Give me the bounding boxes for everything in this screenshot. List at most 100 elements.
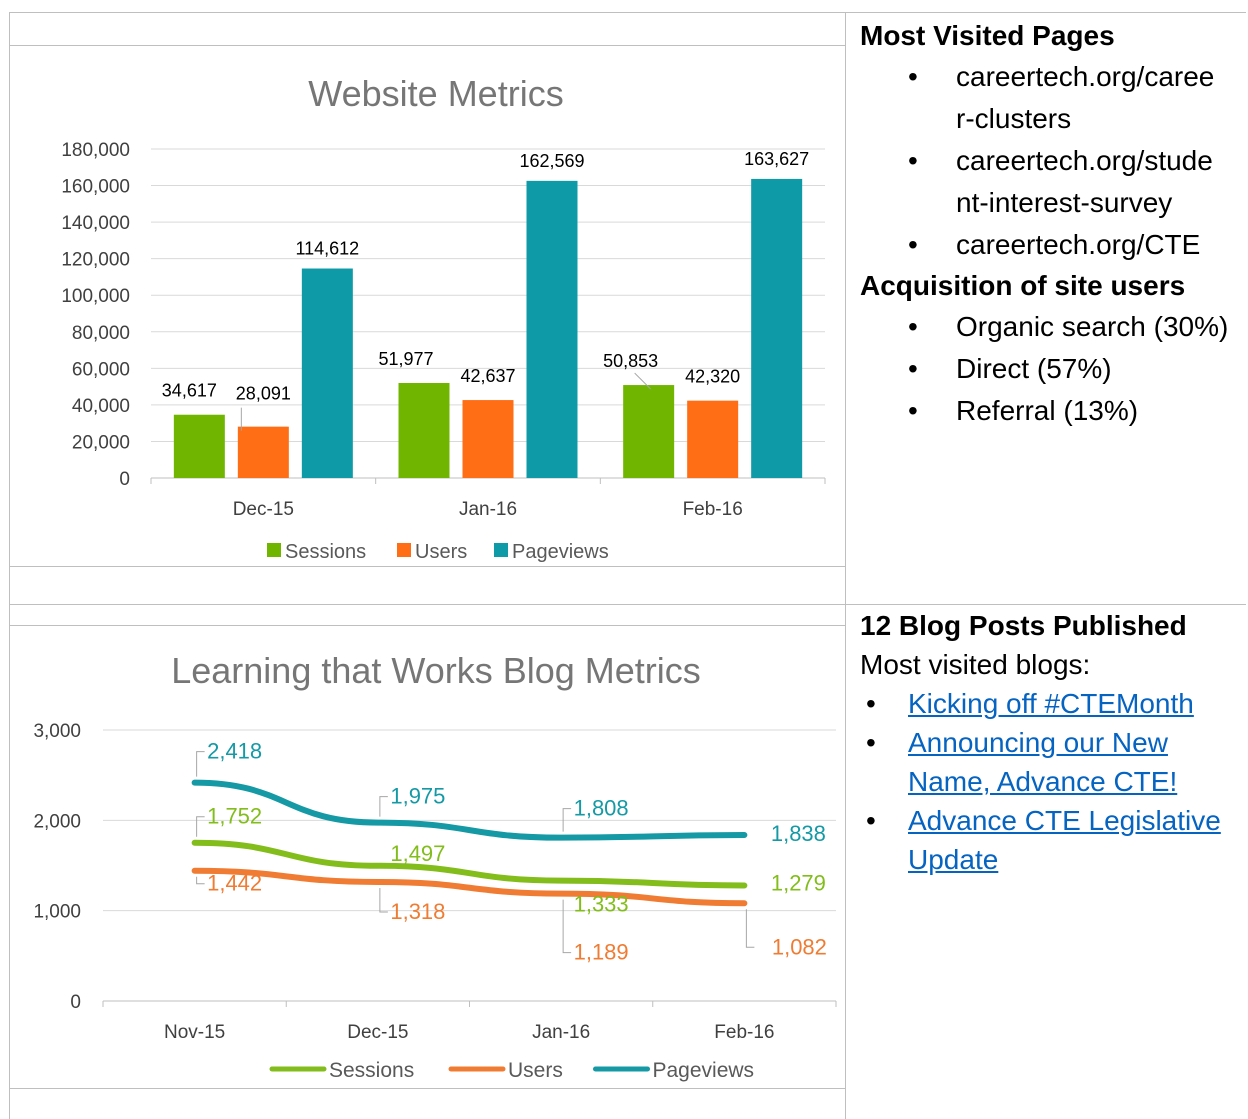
legend-label: Pageviews <box>653 1059 755 1082</box>
y-tick-label: 180,000 <box>61 140 130 161</box>
most-visited-blogs-label: Most visited blogs: <box>860 649 1091 680</box>
data-label: 1,975 <box>390 784 445 809</box>
y-tick-label: 120,000 <box>61 250 130 271</box>
list-item: • Advance CTE Legislative <box>860 801 1245 840</box>
y-tick-label: 20,000 <box>72 432 130 453</box>
data-label: 2,418 <box>207 739 262 764</box>
list-item: • careertech.org/caree <box>860 56 1245 98</box>
data-label: 1,442 <box>207 871 262 896</box>
blog-summary-panel: 12 Blog Posts Published Most visited blo… <box>860 606 1245 879</box>
data-label: 1,497 <box>390 841 445 866</box>
blog-metrics-svg: Learning that Works Blog Metrics 0 1,000 2… <box>33 650 837 1082</box>
bar-pageviews <box>751 178 803 478</box>
data-label: 1,318 <box>390 899 445 924</box>
y-tick-label: 3,000 <box>33 721 81 742</box>
bar-users <box>687 400 739 478</box>
bar-pageviews <box>526 180 578 479</box>
x-tick-label: Feb-16 <box>683 499 743 520</box>
y-tick-label: 0 <box>70 992 81 1013</box>
y-tick-label: 2,000 <box>33 811 81 832</box>
data-label: 1,333 <box>574 892 629 917</box>
data-label: 51,977 <box>378 349 433 369</box>
grid-line <box>9 604 1246 605</box>
grid-line <box>9 1088 845 1089</box>
y-tick-label: 160,000 <box>61 177 130 198</box>
y-tick-label: 1,000 <box>33 902 81 923</box>
leader-line <box>196 816 205 837</box>
leader-line <box>562 899 572 954</box>
bar-sessions <box>623 385 675 478</box>
legend-label: Pageviews <box>512 541 609 563</box>
most-visited-pages-heading: Most Visited Pages <box>860 20 1115 51</box>
legend-label: Users <box>415 541 467 563</box>
blog-metrics-chart: Learning that Works Blog Metrics 0 1,000 2… <box>9 626 845 1088</box>
list-item-text: careertech.org/caree <box>956 61 1215 92</box>
grid-line <box>845 12 846 1119</box>
acquisition-heading: Acquisition of site users <box>860 270 1186 301</box>
list-item-text: Referral (13%) <box>956 395 1139 426</box>
website-metrics-svg: Website Metrics 0 20,000 40,000 60,000 80,00… <box>61 73 826 563</box>
bullet-icon: • <box>908 61 918 92</box>
data-label: 42,637 <box>460 366 515 386</box>
legend-swatch-users <box>397 543 411 557</box>
bullet-icon: • <box>908 311 918 342</box>
list-item-text: r-clusters <box>956 103 1072 134</box>
y-tick-label: 40,000 <box>72 396 130 417</box>
data-label: 34,617 <box>162 381 217 401</box>
x-tick-label: Feb-16 <box>714 1022 774 1043</box>
data-label: 114,612 <box>295 239 359 259</box>
data-label: 50,853 <box>603 351 658 371</box>
list-item-text: careertech.org/stude <box>956 145 1213 176</box>
blog-link-new-name[interactable]: Name, Advance CTE! <box>908 766 1177 797</box>
chart-title: Website Metrics <box>308 73 563 114</box>
leader-line <box>745 909 755 948</box>
x-tick-label: Dec-15 <box>347 1022 408 1043</box>
list-item-text: nt-interest-survey <box>956 187 1173 218</box>
site-summary-panel: Most Visited Pages • careertech.org/caree… <box>860 16 1245 432</box>
y-tick-label: 0 <box>119 469 130 490</box>
grid-line <box>9 12 1246 13</box>
data-label: 163,627 <box>744 149 809 169</box>
line-sessions <box>191 839 748 889</box>
blog-link-legislative-update[interactable]: Update <box>908 844 998 875</box>
y-tick-label: 140,000 <box>61 213 130 234</box>
bar-users <box>237 426 289 478</box>
y-tick-label: 60,000 <box>72 359 130 380</box>
acquisition-list: • Organic search (30%) • Direct (57%) • Ref… <box>860 306 1245 432</box>
bar-pageviews <box>301 268 353 478</box>
list-item: Name, Advance CTE! <box>860 762 1245 801</box>
data-label: 162,569 <box>519 151 584 171</box>
legend-label: Sessions <box>285 541 366 563</box>
y-tick-label: 100,000 <box>61 286 130 307</box>
leader-line <box>196 751 205 777</box>
data-label: 1,752 <box>207 804 262 829</box>
x-tick-label: Jan-16 <box>459 499 517 520</box>
bar-users <box>462 400 514 478</box>
blog-link-cte-month[interactable]: Kicking off #CTEMonth <box>908 688 1194 719</box>
bullet-icon: • <box>908 229 918 260</box>
line-pageviews <box>191 779 748 841</box>
list-item: • careertech.org/stude <box>860 140 1245 182</box>
bullet-icon: • <box>866 805 876 836</box>
blog-link-legislative-update[interactable]: Advance CTE Legislative <box>908 805 1221 836</box>
leader-line <box>379 887 388 913</box>
blog-posts-heading: 12 Blog Posts Published <box>860 610 1187 641</box>
data-label: 1,189 <box>574 940 629 965</box>
blog-link-new-name[interactable]: Announcing our New <box>908 727 1168 758</box>
list-item-text: Direct (57%) <box>956 353 1112 384</box>
bullet-icon: • <box>908 395 918 426</box>
list-item: • Announcing our New <box>860 723 1245 762</box>
bar-sessions <box>398 382 450 478</box>
list-item-text: careertech.org/CTE <box>956 229 1201 260</box>
bullet-icon: • <box>866 688 876 719</box>
list-item: nt-interest-survey <box>860 182 1245 224</box>
list-item: • careertech.org/CTE <box>860 224 1245 266</box>
legend-swatch-sessions <box>267 543 281 557</box>
bullet-icon: • <box>908 145 918 176</box>
legend-swatch-pageviews <box>494 543 508 557</box>
chart-title: Learning that Works Blog Metrics <box>171 650 701 691</box>
list-item: Update <box>860 840 1245 879</box>
x-tick-label: Dec-15 <box>233 499 294 520</box>
data-label: 1,279 <box>771 870 826 895</box>
website-metrics-chart: Website Metrics 0 20,000 40,000 60,000 80,00… <box>9 46 845 566</box>
